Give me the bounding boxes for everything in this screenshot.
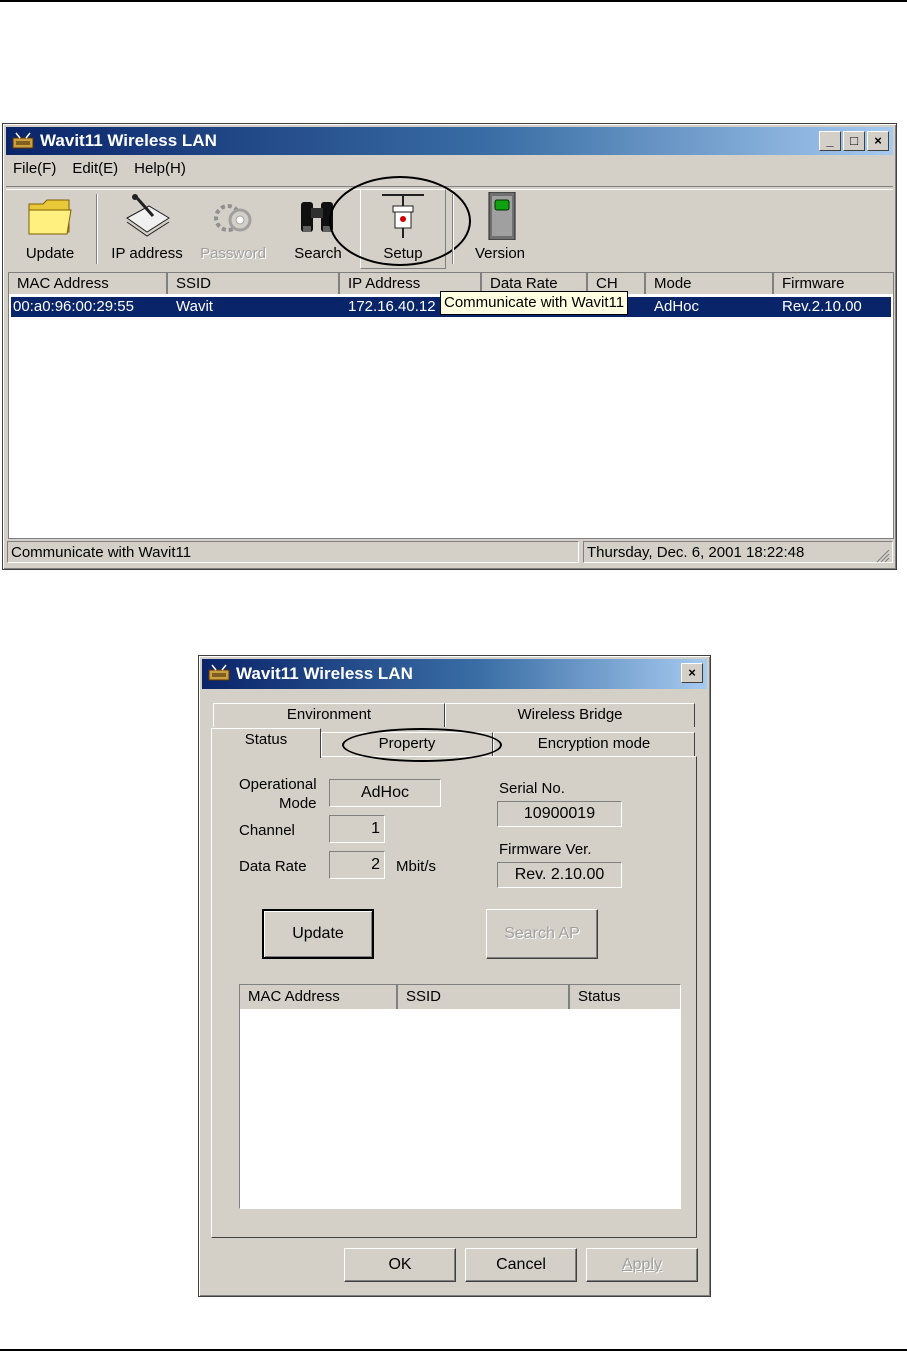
firmware-label: Firmware Ver. bbox=[499, 841, 592, 858]
column-header-firmware[interactable]: Firmware bbox=[774, 273, 894, 294]
search-ap-button[interactable]: Search AP bbox=[486, 909, 598, 959]
data-rate-label: Data Rate bbox=[239, 858, 307, 875]
column-header-ssid[interactable]: SSID bbox=[168, 273, 340, 294]
password-toolbar-button[interactable]: Password bbox=[193, 192, 273, 266]
toolbar-separator bbox=[452, 194, 454, 264]
cell-ip: 172.16.40.12 bbox=[348, 298, 436, 315]
notebook-pen-icon bbox=[126, 194, 170, 237]
close-button[interactable]: × bbox=[867, 131, 889, 151]
cancel-button[interactable]: Cancel bbox=[465, 1248, 577, 1282]
channel-field: 1 bbox=[329, 815, 385, 843]
column-header-status[interactable]: Status bbox=[570, 985, 680, 1009]
column-header-mac[interactable]: MAC Address bbox=[240, 985, 398, 1009]
app-icon bbox=[208, 664, 230, 681]
channel-label: Channel bbox=[239, 822, 295, 839]
title-bar[interactable]: Wavit11 Wireless LAN _ □ × bbox=[6, 127, 893, 155]
ap-list-header: MAC Address SSID Status bbox=[240, 985, 680, 1009]
highlight-ellipse bbox=[342, 728, 502, 762]
maximize-button[interactable]: □ bbox=[843, 131, 865, 151]
tab-encryption-mode[interactable]: Encryption mode bbox=[493, 732, 695, 756]
key-icon bbox=[214, 204, 252, 232]
tooltip: Communicate with Wavit11 bbox=[440, 291, 629, 315]
ok-button[interactable]: OK bbox=[344, 1248, 456, 1282]
resize-grip-icon[interactable] bbox=[874, 547, 890, 563]
status-message: Communicate with Wavit11 bbox=[7, 541, 579, 563]
menu-bar: File(F) Edit(E) Help(H) bbox=[13, 160, 186, 177]
operational-label: Operational bbox=[239, 776, 317, 793]
column-header-mode[interactable]: Mode bbox=[646, 273, 774, 294]
column-header-ssid[interactable]: SSID bbox=[398, 985, 570, 1009]
properties-dialog: Wavit11 Wireless LAN × Environment Wirel… bbox=[198, 655, 711, 1297]
update-label: Update bbox=[25, 245, 75, 262]
password-label: Password bbox=[200, 245, 266, 262]
update-button[interactable]: Update bbox=[262, 909, 374, 959]
dialog-close-button[interactable]: × bbox=[681, 663, 703, 683]
mode-label: Mode bbox=[279, 795, 317, 812]
cell-mode: AdHoc bbox=[654, 298, 700, 315]
version-toolbar-button[interactable]: Version bbox=[465, 192, 535, 266]
serial-label: Serial No. bbox=[499, 780, 565, 797]
main-window: Wavit11 Wireless LAN _ □ × File(F) Edit(… bbox=[2, 123, 897, 570]
update-toolbar-button[interactable]: Update bbox=[15, 192, 85, 266]
ip-address-toolbar-button[interactable]: IP address bbox=[105, 192, 189, 266]
apply-button[interactable]: Apply bbox=[586, 1248, 698, 1282]
menu-help[interactable]: Help(H) bbox=[134, 160, 186, 177]
cell-firmware: Rev.2.10.00 bbox=[782, 298, 862, 315]
toolbar-separator bbox=[96, 194, 98, 264]
menu-file[interactable]: File(F) bbox=[13, 160, 56, 177]
mode-field: AdHoc bbox=[329, 779, 441, 807]
app-icon bbox=[12, 132, 34, 149]
ap-list[interactable]: MAC Address SSID Status bbox=[239, 984, 681, 1209]
version-label: Version bbox=[474, 245, 526, 262]
firmware-field: Rev. 2.10.00 bbox=[497, 862, 622, 888]
cell-mac: 00:a0:96:00:29:55 bbox=[13, 298, 134, 315]
version-book-icon bbox=[488, 192, 516, 240]
ip-address-label: IP address bbox=[111, 245, 183, 262]
highlight-ellipse bbox=[329, 176, 471, 266]
column-header-mac[interactable]: MAC Address bbox=[9, 273, 168, 294]
bottom-rule bbox=[0, 1349, 907, 1351]
top-rule bbox=[0, 0, 907, 2]
menu-edit[interactable]: Edit(E) bbox=[72, 160, 118, 177]
folder-icon bbox=[28, 199, 72, 235]
data-rate-field: 2 bbox=[329, 851, 385, 879]
mbits-unit-label: Mbit/s bbox=[396, 858, 437, 875]
tab-status[interactable]: Status bbox=[211, 728, 321, 758]
dialog-title-bar[interactable]: Wavit11 Wireless LAN × bbox=[202, 659, 707, 689]
window-title: Wavit11 Wireless LAN bbox=[40, 131, 217, 150]
serial-field: 10900019 bbox=[497, 801, 622, 827]
dialog-title: Wavit11 Wireless LAN bbox=[236, 664, 413, 683]
cell-ssid: Wavit bbox=[176, 298, 213, 315]
status-datetime: Thursday, Dec. 6, 2001 18:22:48 bbox=[583, 541, 893, 563]
tab-wireless-bridge[interactable]: Wireless Bridge bbox=[445, 703, 695, 727]
tab-environment[interactable]: Environment bbox=[213, 703, 445, 727]
status-bar: Communicate with Wavit11 Thursday, Dec. … bbox=[7, 539, 893, 565]
minimize-button[interactable]: _ bbox=[819, 131, 841, 151]
